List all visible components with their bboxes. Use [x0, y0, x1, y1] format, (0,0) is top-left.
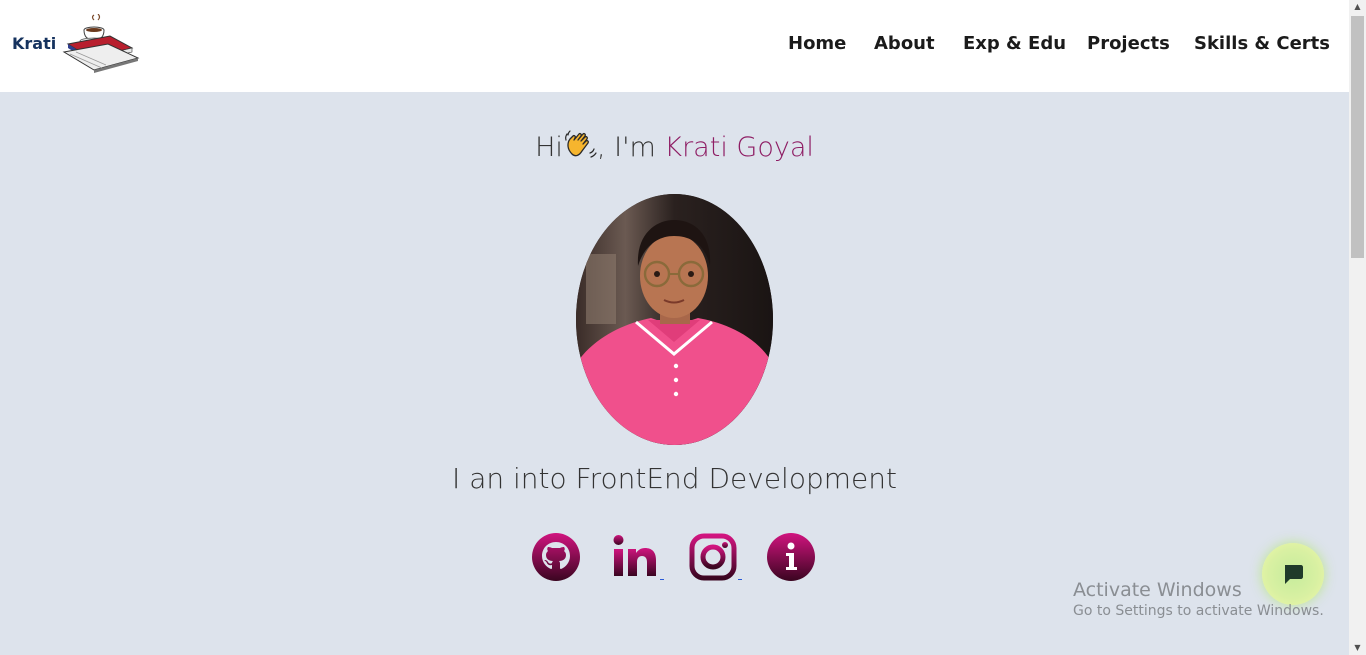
- social-links: [0, 532, 1349, 582]
- linkedin-icon: [613, 535, 656, 576]
- scroll-down-arrow-icon[interactable]: ▼: [1349, 641, 1366, 655]
- link-underline: [738, 579, 742, 580]
- nav-skills-certs[interactable]: Skills & Certs: [1194, 33, 1330, 54]
- main-nav: Home About Exp & Edu Projects Skills & C…: [0, 33, 1349, 59]
- instagram-icon: [689, 533, 737, 581]
- hero-tagline: I an into FrontEnd Development: [452, 462, 897, 495]
- nav-about[interactable]: About: [874, 33, 935, 54]
- scroll-up-arrow-icon[interactable]: ▲: [1349, 0, 1366, 14]
- waving-hand-icon: [565, 130, 597, 158]
- linkedin-link[interactable]: [610, 532, 664, 582]
- github-link[interactable]: [531, 532, 581, 582]
- greeting-middle: , I'm: [596, 132, 665, 163]
- activate-windows-watermark: Activate Windows Go to Settings to activ…: [1073, 579, 1324, 619]
- activate-title: Activate Windows: [1073, 579, 1242, 601]
- greeting-prefix: Hi: [535, 132, 563, 163]
- nav-projects[interactable]: Projects: [1087, 33, 1170, 54]
- nav-home[interactable]: Home: [788, 33, 846, 54]
- info-link[interactable]: [766, 532, 816, 582]
- github-icon: [532, 533, 580, 581]
- scrollbar[interactable]: ▲ ▼: [1349, 0, 1366, 655]
- hero-greeting: Hi , I'm Krati Goyal: [0, 128, 1349, 163]
- info-icon: [767, 533, 815, 581]
- site-header: Krati Home About Exp & Edu Projects Skil…: [0, 0, 1349, 92]
- instagram-link[interactable]: [688, 532, 742, 582]
- nav-exp-edu[interactable]: Exp & Edu: [963, 33, 1066, 54]
- activate-subtitle: Go to Settings to activate Windows.: [1073, 603, 1324, 619]
- profile-photo: [576, 194, 773, 445]
- hero-name: Krati Goyal: [664, 132, 814, 163]
- link-underline: [660, 579, 664, 580]
- scroll-thumb[interactable]: [1351, 16, 1364, 258]
